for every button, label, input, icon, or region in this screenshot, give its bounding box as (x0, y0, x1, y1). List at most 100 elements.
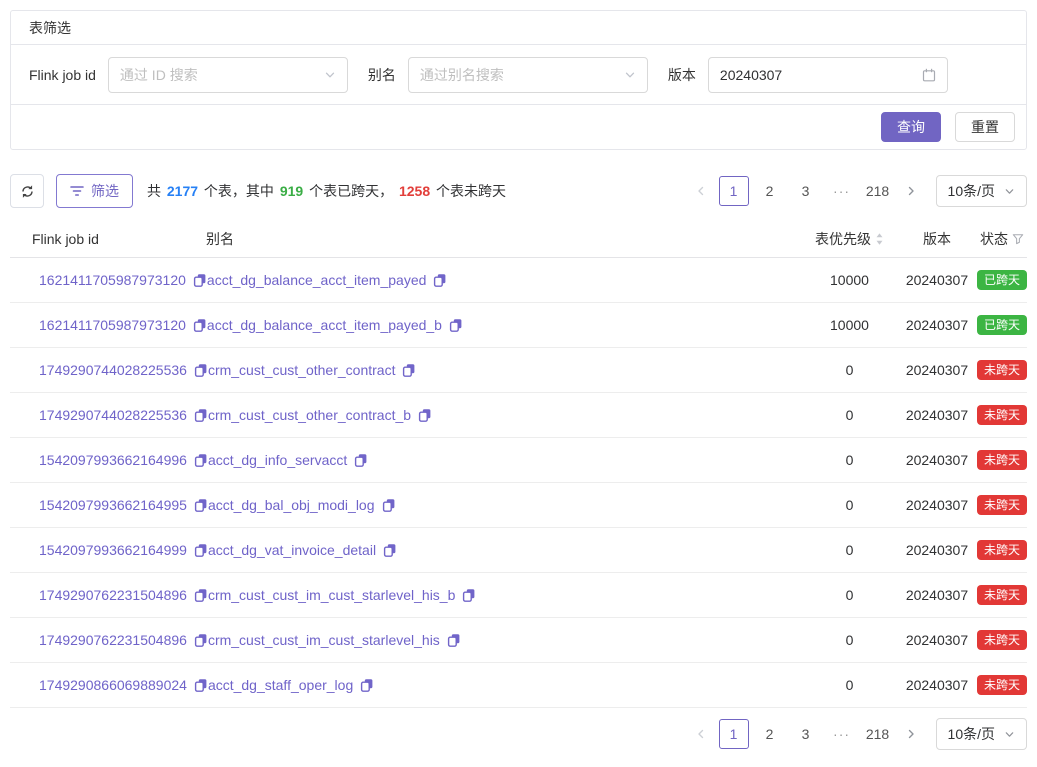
copy-icon[interactable] (447, 633, 461, 647)
copy-icon[interactable] (354, 453, 368, 467)
flink-job-id-label: Flink job id (29, 67, 96, 83)
copy-icon[interactable] (194, 543, 208, 557)
filter-card: 表筛选 Flink job id 通过 ID 搜索 别名 通过别名搜索 (10, 10, 1027, 150)
copy-icon[interactable] (383, 543, 397, 557)
alias-link[interactable]: crm_cust_cust_other_contract (208, 362, 396, 378)
prev-page-button[interactable] (688, 176, 714, 206)
priority-cell: 0 (802, 362, 897, 378)
flink-job-id-select[interactable]: 通过 ID 搜索 (108, 57, 348, 93)
page-size-select[interactable]: 10条/页 (936, 718, 1027, 750)
table-row: 1749290762231504896 crm_cust_cust_im_cus… (10, 618, 1027, 663)
flink-job-id-link[interactable]: 1621411705987973120 (39, 317, 186, 333)
table-row: 1621411705987973120 acct_dg_balance_acct… (10, 303, 1027, 348)
flink-job-id-link[interactable]: 1749290762231504896 (39, 632, 187, 648)
flink-job-id-link[interactable]: 1749290762231504896 (39, 587, 187, 603)
copy-icon[interactable] (449, 318, 463, 332)
copy-icon[interactable] (462, 588, 476, 602)
alias-link[interactable]: crm_cust_cust_other_contract_b (208, 407, 411, 423)
page-button-2[interactable]: 2 (755, 176, 785, 206)
status-badge: 已跨天 (977, 315, 1027, 335)
copy-icon[interactable] (382, 498, 396, 512)
status-badge: 未跨天 (977, 450, 1027, 470)
copy-icon[interactable] (360, 678, 374, 692)
summary-text: 个表，其中 (200, 183, 278, 199)
page-button-1[interactable]: 1 (719, 719, 749, 749)
flink-job-id-link[interactable]: 1542097993662164995 (39, 497, 187, 513)
alias-link[interactable]: acct_dg_staff_oper_log (208, 677, 353, 693)
priority-cell: 0 (802, 587, 897, 603)
version-cell: 20240307 (897, 317, 977, 333)
copy-icon[interactable] (194, 498, 208, 512)
query-button[interactable]: 查询 (881, 112, 941, 142)
copy-icon[interactable] (194, 588, 208, 602)
header-version: 版本 (897, 229, 977, 249)
page-button-1[interactable]: 1 (719, 176, 749, 206)
alias-link[interactable]: acct_dg_balance_acct_item_payed_b (207, 317, 442, 333)
priority-cell: 0 (802, 407, 897, 423)
status-cell: 未跨天 (977, 405, 1027, 425)
reset-button[interactable]: 重置 (955, 112, 1015, 142)
flink-job-id-link[interactable]: 1542097993662164996 (39, 452, 187, 468)
table-row: 1749290744028225536 crm_cust_cust_other_… (10, 393, 1027, 438)
page-ellipsis[interactable]: ··· (827, 176, 857, 206)
status-badge: 未跨天 (977, 495, 1027, 515)
table-row: 1749290744028225536 crm_cust_cust_other_… (10, 348, 1027, 393)
alias-placeholder: 通过别名搜索 (420, 65, 624, 85)
filter-button[interactable]: 筛选 (56, 174, 133, 208)
version-date-input[interactable]: 20240307 (708, 57, 948, 93)
field-alias: 别名 通过别名搜索 (368, 57, 648, 93)
copy-icon[interactable] (193, 318, 207, 332)
page-button-218[interactable]: 218 (863, 719, 893, 749)
status-badge: 未跨天 (977, 675, 1027, 695)
next-page-button[interactable] (898, 719, 924, 749)
page-button-3[interactable]: 3 (791, 719, 821, 749)
table-summary: 共 2177 个表，其中 919 个表已跨天， 1258 个表未跨天 (147, 181, 506, 201)
alias-link[interactable]: crm_cust_cust_im_cust_starlevel_his_b (208, 587, 455, 603)
alias-link[interactable]: acct_dg_bal_obj_modi_log (208, 497, 375, 513)
copy-icon[interactable] (194, 453, 208, 467)
flink-job-id-link[interactable]: 1749290866069889024 (39, 677, 187, 693)
flink-job-id-link[interactable]: 1621411705987973120 (39, 272, 186, 288)
copy-icon[interactable] (433, 273, 447, 287)
copy-icon[interactable] (194, 363, 208, 377)
priority-cell: 0 (802, 497, 897, 513)
alias-link[interactable]: acct_dg_balance_acct_item_payed (207, 272, 427, 288)
flink-job-id-link[interactable]: 1749290744028225536 (39, 362, 187, 378)
flink-job-id-link[interactable]: 1542097993662164999 (39, 542, 187, 558)
next-page-button[interactable] (898, 176, 924, 206)
field-version: 版本 20240307 (668, 57, 948, 93)
status-cell: 未跨天 (977, 360, 1027, 380)
copy-icon[interactable] (194, 678, 208, 692)
alias-select[interactable]: 通过别名搜索 (408, 57, 648, 93)
status-cell: 未跨天 (977, 495, 1027, 515)
status-badge: 未跨天 (977, 630, 1027, 650)
filter-actions-row: 查询 重置 (11, 105, 1026, 149)
page-size-select[interactable]: 10条/页 (936, 175, 1027, 207)
copy-icon[interactable] (402, 363, 416, 377)
calendar-icon (922, 68, 936, 82)
version-value: 20240307 (720, 67, 922, 83)
copy-icon[interactable] (194, 408, 208, 422)
page-button-3[interactable]: 3 (791, 176, 821, 206)
copy-icon[interactable] (193, 273, 207, 287)
prev-page-button[interactable] (688, 719, 714, 749)
copy-icon[interactable] (418, 408, 432, 422)
alias-link[interactable]: acct_dg_info_servacct (208, 452, 347, 468)
filter-card-title: 表筛选 (29, 18, 71, 38)
header-status[interactable]: 状态 (977, 229, 1027, 249)
copy-icon[interactable] (194, 633, 208, 647)
page-button-218[interactable]: 218 (863, 176, 893, 206)
version-cell: 20240307 (897, 272, 977, 288)
flink-job-id-link[interactable]: 1749290744028225536 (39, 407, 187, 423)
chevron-down-icon (1004, 729, 1015, 740)
sort-icon[interactable] (875, 232, 884, 246)
table-body: 1621411705987973120 acct_dg_balance_acct… (10, 258, 1027, 708)
alias-link[interactable]: crm_cust_cust_im_cust_starlevel_his (208, 632, 440, 648)
status-badge: 未跨天 (977, 585, 1027, 605)
page-button-2[interactable]: 2 (755, 719, 785, 749)
funnel-icon[interactable] (1012, 233, 1024, 245)
alias-link[interactable]: acct_dg_vat_invoice_detail (208, 542, 376, 558)
page-ellipsis[interactable]: ··· (827, 719, 857, 749)
refresh-button[interactable] (10, 174, 44, 208)
header-priority[interactable]: 表优先级 (802, 229, 897, 249)
